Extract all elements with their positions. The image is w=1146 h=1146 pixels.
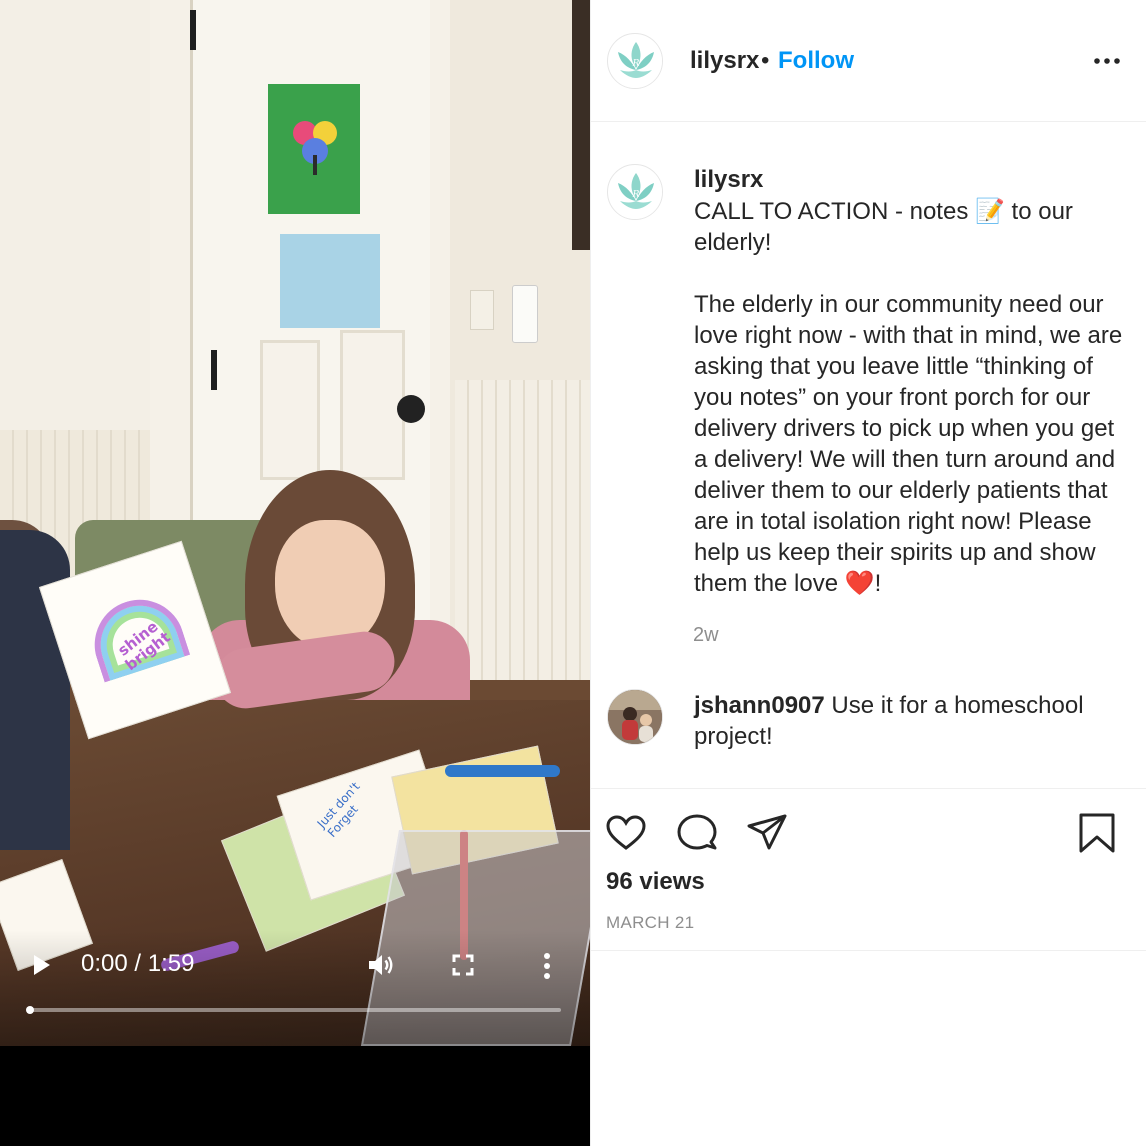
- video-time-display: 0:00 / 1:59: [81, 950, 195, 977]
- video-scene-door-knob: [397, 395, 425, 423]
- video-scene-blue-drawing: [280, 234, 380, 328]
- post-panel: R lilysrx • Follow R lilysrx CALL TO ACT…: [590, 0, 1146, 1146]
- comment-username[interactable]: jshann0907: [694, 692, 825, 719]
- header-separator: •: [761, 47, 770, 74]
- play-icon[interactable]: [30, 952, 54, 978]
- post-date: MARCH 21: [606, 913, 695, 932]
- heart-icon[interactable]: [604, 811, 648, 855]
- video-scene-right-wainscot: [455, 380, 590, 680]
- comment-icon[interactable]: [675, 811, 719, 855]
- share-icon[interactable]: [745, 811, 789, 855]
- svg-text:R: R: [632, 190, 640, 200]
- video-scene-marker: [445, 765, 560, 777]
- video-controls: [0, 930, 590, 1046]
- user-photo-icon: [608, 690, 662, 744]
- post-header: R lilysrx • Follow: [591, 0, 1146, 122]
- video-scene-light-switch: [470, 290, 494, 330]
- lotus-logo-icon: R: [609, 166, 662, 219]
- post-actions: 96 views MARCH 21: [591, 788, 1146, 951]
- caption-username[interactable]: lilysrx: [694, 166, 763, 194]
- video-scene-boy: [0, 530, 70, 850]
- horizontal-dots-icon[interactable]: [1091, 48, 1123, 74]
- follow-button[interactable]: Follow: [778, 47, 854, 75]
- caption-timestamp[interactable]: 2w: [693, 624, 719, 647]
- svg-text:R: R: [632, 59, 640, 69]
- view-count[interactable]: 96 views: [606, 868, 705, 896]
- avatar[interactable]: R: [607, 33, 663, 89]
- caption-text: CALL TO ACTION - notes 📝 to our elderly!…: [694, 198, 1123, 597]
- comment-avatar[interactable]: [607, 689, 663, 745]
- video-progress-knob[interactable]: [26, 1006, 34, 1014]
- caption-avatar[interactable]: R: [607, 164, 663, 220]
- video-scene-keypad: [512, 285, 538, 343]
- fullscreen-icon[interactable]: [451, 953, 475, 977]
- video-scene-girl-face: [275, 520, 385, 650]
- video-scene-clover: [293, 121, 337, 175]
- lotus-logo-icon: R: [609, 35, 662, 88]
- video-player[interactable]: shine bright Just don't Forget 0:00 / 1:…: [0, 0, 590, 1146]
- video-scene-hinge: [190, 10, 196, 50]
- video-scene-door-edge: [572, 0, 590, 250]
- bookmark-icon[interactable]: [1075, 811, 1119, 855]
- header-username[interactable]: lilysrx: [690, 47, 759, 75]
- video-scene-door-panel: [340, 330, 405, 480]
- video-scene-note-card-text: Just don't Forget: [314, 779, 363, 841]
- vertical-dots-icon[interactable]: [537, 952, 557, 980]
- video-progress-bar[interactable]: [26, 1006, 561, 1014]
- video-scene-hinge: [211, 350, 217, 390]
- comment: jshann0907 Use it for a homeschool proje…: [694, 690, 1124, 752]
- volume-icon[interactable]: [365, 950, 395, 980]
- video-frame[interactable]: shine bright Just don't Forget: [0, 0, 590, 1046]
- video-scene-door-panel: [260, 340, 320, 480]
